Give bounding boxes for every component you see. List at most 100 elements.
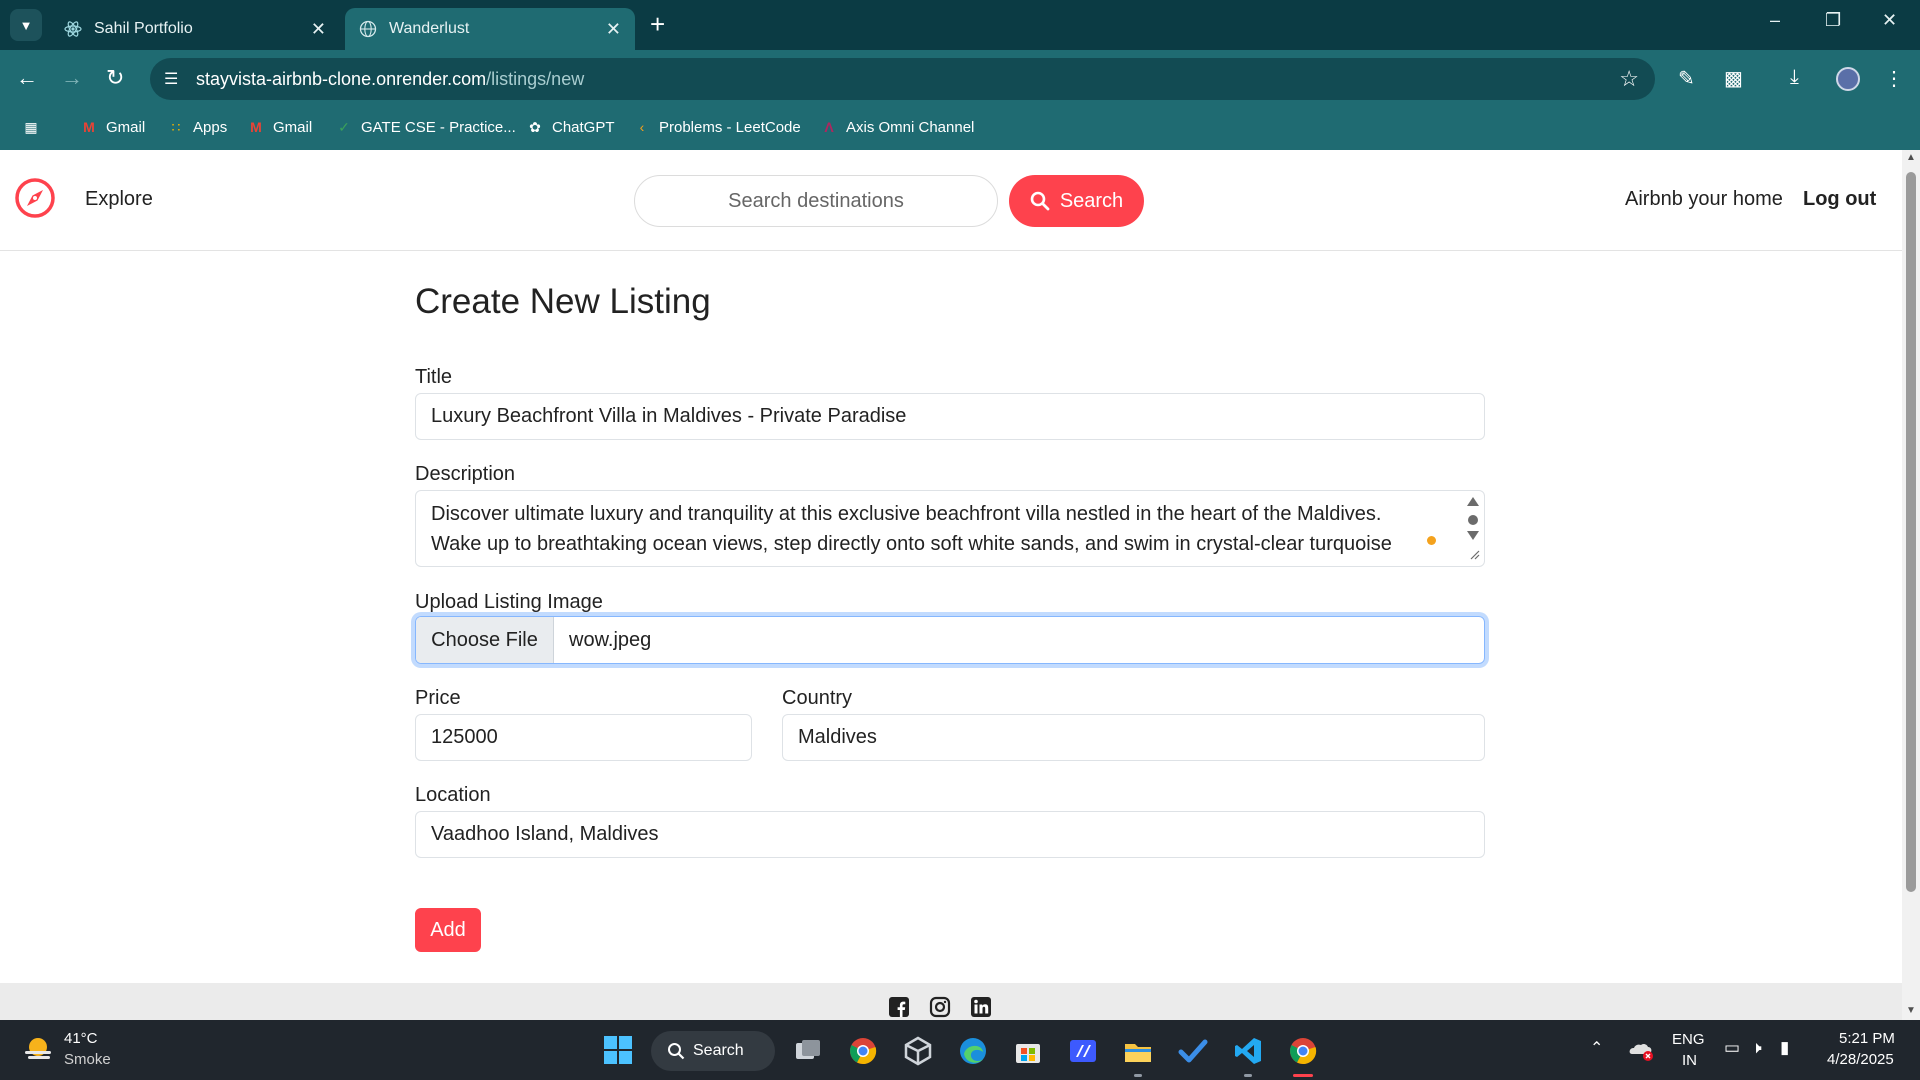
- textarea-scrollbar[interactable]: [1466, 495, 1480, 561]
- back-arrow-icon[interactable]: ←: [16, 66, 38, 90]
- description-label: Description: [415, 463, 516, 485]
- search-destinations-input[interactable]: [634, 175, 998, 227]
- taskbar-search-label: Search: [693, 1042, 744, 1059]
- forward-arrow-icon[interactable]: →: [61, 66, 83, 90]
- pen-icon[interactable]: ✎: [1678, 66, 1695, 91]
- bookmark-gmail-2[interactable]: M Gmail: [247, 118, 312, 136]
- browser-tab-strip: ▼ Sahil Portfolio ✕ Wanderlust ✕ + – ❐ ✕: [0, 0, 1920, 50]
- close-icon[interactable]: ✕: [606, 19, 621, 40]
- network-icon[interactable]: ▭: [1724, 1038, 1740, 1058]
- tab-sahil-portfolio[interactable]: Sahil Portfolio ✕: [50, 8, 340, 50]
- country-input[interactable]: Maldives: [782, 714, 1485, 761]
- bookmark-apps[interactable]: ∷ Apps: [167, 118, 228, 136]
- gmail-icon: M: [83, 119, 95, 135]
- apps-icon: ∷: [171, 119, 181, 135]
- linkedin-icon[interactable]: [970, 996, 992, 1018]
- globe-icon: [359, 20, 377, 38]
- taskbar-search[interactable]: Search: [651, 1031, 775, 1071]
- weather-description[interactable]: Smoke: [64, 1051, 111, 1068]
- logout-link[interactable]: Log out: [1803, 188, 1876, 211]
- tab-title: Sahil Portfolio: [94, 20, 193, 37]
- clock-time[interactable]: 5:21 PM: [1839, 1030, 1895, 1047]
- minimize-icon[interactable]: –: [1770, 10, 1780, 31]
- new-tab-plus-icon[interactable]: +: [650, 10, 665, 38]
- code-editor-icon[interactable]: [1068, 1036, 1098, 1066]
- scroll-up-icon[interactable]: ▲: [1906, 152, 1916, 163]
- clock-date[interactable]: 4/28/2025: [1827, 1051, 1894, 1068]
- volume-icon[interactable]: 🕨: [1751, 1038, 1762, 1058]
- active-indicator: [1293, 1074, 1313, 1077]
- site-footer: [0, 983, 1902, 1020]
- location-input[interactable]: Vaadhoo Island, Maldives: [415, 811, 1485, 858]
- search-icon: [668, 1043, 685, 1060]
- location-value: Vaadhoo Island, Maldives: [431, 823, 659, 845]
- title-value: Luxury Beachfront Villa in Maldives - Pr…: [431, 405, 907, 427]
- reload-icon[interactable]: ↻: [106, 66, 124, 90]
- bookmark-gate-cse[interactable]: ✓ GATE CSE - Practice...: [335, 118, 516, 136]
- airbnb-your-home-link[interactable]: Airbnb your home: [1625, 188, 1783, 211]
- compass-logo-icon[interactable]: [14, 177, 56, 219]
- file-explorer-icon[interactable]: [1123, 1036, 1153, 1066]
- search-icon: [1030, 191, 1050, 211]
- axis-icon: Λ: [824, 119, 834, 135]
- page-scrollbar[interactable]: ▲ ▼: [1902, 150, 1920, 1020]
- facebook-icon[interactable]: [888, 996, 910, 1018]
- window-close-icon[interactable]: ✕: [1882, 10, 1897, 31]
- microsoft-store-icon[interactable]: [1013, 1036, 1043, 1066]
- more-menu-icon[interactable]: ⋮: [1884, 66, 1904, 91]
- gmail-icon: M: [250, 119, 262, 135]
- price-input[interactable]: 125000: [415, 714, 752, 761]
- extensions-puzzle-icon[interactable]: ▩: [1724, 66, 1743, 91]
- add-button[interactable]: Add: [415, 908, 481, 952]
- image-file-input[interactable]: Choose File wow.jpeg: [415, 616, 1485, 664]
- page-title: Create New Listing: [415, 282, 711, 321]
- price-value: 125000: [431, 726, 498, 748]
- battery-icon[interactable]: ▮: [1780, 1038, 1789, 1058]
- task-view-icon[interactable]: [793, 1036, 823, 1066]
- gate-icon: ✓: [338, 119, 350, 135]
- choose-file-button[interactable]: Choose File: [416, 617, 554, 663]
- scrollbar-thumb[interactable]: [1906, 172, 1916, 892]
- profile-avatar[interactable]: [1836, 67, 1860, 91]
- restore-icon[interactable]: ❐: [1825, 10, 1841, 31]
- tab-title: Wanderlust: [389, 20, 470, 37]
- chrome-active-icon[interactable]: [1288, 1036, 1318, 1066]
- tab-search-button[interactable]: ▼: [10, 9, 42, 41]
- title-input[interactable]: Luxury Beachfront Villa in Maldives - Pr…: [415, 393, 1485, 440]
- chevron-up-icon[interactable]: ⌃: [1590, 1038, 1603, 1058]
- site-info-icon[interactable]: ☰: [164, 69, 178, 89]
- search-button-label: Search: [1059, 189, 1124, 212]
- title-label: Title: [415, 366, 453, 388]
- address-bar[interactable]: ☰ stayvista-airbnb-clone.onrender.com/li…: [150, 58, 1655, 100]
- bookmark-leetcode[interactable]: ‹ Problems - LeetCode: [633, 118, 801, 136]
- bookmarks-bar: ▦ M Gmail ∷ Apps M Gmail ✓ GATE CSE - Practi…: [0, 108, 1920, 150]
- chrome-icon[interactable]: [848, 1036, 878, 1066]
- vscode-icon[interactable]: [1233, 1036, 1263, 1066]
- windows-start-icon[interactable]: [603, 1035, 633, 1065]
- description-textarea[interactable]: Discover ultimate luxury and tranquility…: [415, 490, 1485, 567]
- scroll-down-icon[interactable]: ▼: [1906, 1005, 1916, 1016]
- download-icon[interactable]: ⤓: [1790, 66, 1799, 89]
- bookmark-axis[interactable]: Λ Axis Omni Channel: [820, 118, 974, 136]
- instagram-icon[interactable]: [929, 996, 951, 1018]
- apps-grid-icon[interactable]: ▦: [22, 118, 48, 136]
- page-viewport: Explore Search Airbnb your home Log out …: [0, 150, 1902, 1020]
- language-bottom[interactable]: IN: [1682, 1052, 1697, 1069]
- unity-icon[interactable]: [903, 1036, 933, 1066]
- sun-haze-icon[interactable]: [22, 1034, 54, 1066]
- bookmark-gmail[interactable]: M Gmail: [80, 118, 145, 136]
- close-icon[interactable]: ✕: [311, 19, 326, 40]
- url-text[interactable]: stayvista-airbnb-clone.onrender.com/list…: [196, 69, 584, 90]
- language-top[interactable]: ENG: [1672, 1031, 1705, 1048]
- onedrive-alert-icon[interactable]: [1628, 1038, 1654, 1062]
- search-button[interactable]: Search: [1009, 175, 1144, 227]
- todo-check-icon[interactable]: [1178, 1036, 1208, 1066]
- weather-temperature[interactable]: 41°C: [64, 1030, 98, 1047]
- bookmark-chatgpt[interactable]: ✿ ChatGPT: [526, 118, 614, 136]
- bookmark-star-icon[interactable]: ☆: [1619, 66, 1639, 92]
- tab-wanderlust[interactable]: Wanderlust ✕: [345, 8, 635, 50]
- grammar-dot-icon: [1427, 536, 1436, 545]
- edge-icon[interactable]: [958, 1036, 988, 1066]
- explore-link[interactable]: Explore: [85, 188, 153, 211]
- selected-file-name: wow.jpeg: [569, 628, 652, 651]
